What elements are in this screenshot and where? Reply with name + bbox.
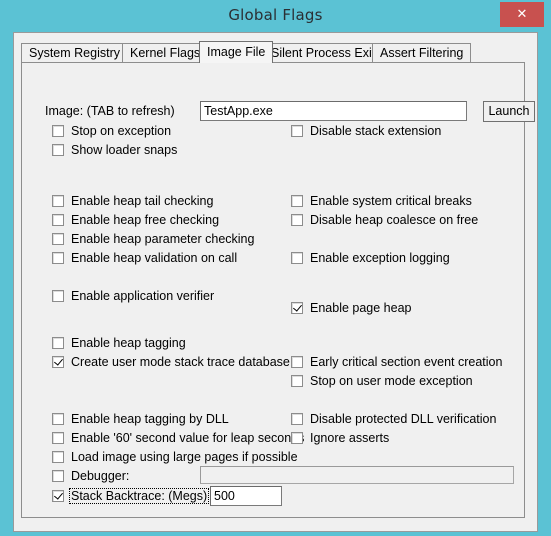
checkbox-label: Enable heap parameter checking [71, 232, 255, 246]
checkbox-label: Debugger: [71, 469, 130, 483]
checkbox-label: Enable heap validation on call [71, 251, 238, 265]
checkbox-show-loader-snaps[interactable]: Show loader snaps [52, 142, 177, 158]
checkbox-enable-system-critical-breaks[interactable]: Enable system critical breaks [291, 193, 472, 209]
checkbox-stack-backtrace[interactable]: Stack Backtrace: (Megs) [52, 488, 210, 504]
checkbox-label: Ignore asserts [310, 431, 390, 445]
checkbox-indicator[interactable] [52, 125, 64, 137]
checkbox-stop-on-exception[interactable]: Stop on exception [52, 123, 171, 139]
checkbox-indicator[interactable] [291, 195, 303, 207]
checkbox-indicator[interactable] [52, 233, 64, 245]
checkbox-enable-heap-free-checking[interactable]: Enable heap free checking [52, 212, 219, 228]
checkbox-label: Enable heap tagging by DLL [71, 412, 229, 426]
checkbox-label: Show loader snaps [71, 143, 178, 157]
checkbox-indicator[interactable] [52, 252, 64, 264]
stack-backtrace-input[interactable] [210, 486, 282, 506]
checkbox-indicator[interactable] [291, 214, 303, 226]
checkbox-create-user-mode-stack-trace-database[interactable]: Create user mode stack trace database [52, 354, 290, 370]
checkbox-indicator[interactable] [52, 195, 64, 207]
checkbox-indicator[interactable] [52, 356, 64, 368]
checkbox-indicator[interactable] [291, 302, 303, 314]
tab-kernel-flags[interactable]: Kernel Flags [122, 43, 209, 62]
checkbox-debugger[interactable]: Debugger: [52, 468, 129, 484]
checkbox-disable-heap-coalesce-on-free[interactable]: Disable heap coalesce on free [291, 212, 478, 228]
checkbox-label: Enable application verifier [71, 289, 215, 303]
client-area: System Registry Kernel Flags Image File … [13, 32, 538, 532]
tab-system-registry[interactable]: System Registry [21, 43, 128, 62]
checkbox-indicator[interactable] [291, 356, 303, 368]
checkbox-enable-heap-tail-checking[interactable]: Enable heap tail checking [52, 193, 213, 209]
checkbox-load-image-using-large-pages[interactable]: Load image using large pages if possible [52, 449, 298, 465]
checkbox-stop-on-user-mode-exception[interactable]: Stop on user mode exception [291, 373, 473, 389]
checkbox-label: Disable protected DLL verification [310, 412, 497, 426]
checkbox-indicator[interactable] [52, 432, 64, 444]
checkbox-indicator[interactable] [291, 413, 303, 425]
checkbox-indicator[interactable] [52, 451, 64, 463]
checkbox-indicator[interactable] [52, 214, 64, 226]
checkbox-enable-heap-validation-on-call[interactable]: Enable heap validation on call [52, 250, 237, 266]
checkbox-label: Stop on user mode exception [310, 374, 473, 388]
checkbox-label: Enable '60' second value for leap second… [71, 431, 305, 445]
checkbox-enable-heap-tagging[interactable]: Enable heap tagging [52, 335, 186, 351]
checkbox-indicator[interactable] [52, 290, 64, 302]
checkbox-indicator[interactable] [52, 490, 64, 502]
tab-assert-filtering[interactable]: Assert Filtering [372, 43, 472, 62]
tab-image-file[interactable]: Image File [199, 41, 274, 63]
checkbox-indicator[interactable] [52, 413, 64, 425]
checkbox-label: Enable heap tail checking [71, 194, 214, 208]
checkbox-label: Disable heap coalesce on free [310, 213, 479, 227]
checkbox-indicator[interactable] [291, 375, 303, 387]
tab-page-image-file: Image: (TAB to refresh) Launch Stop on e… [21, 62, 535, 518]
checkbox-label: Enable heap free checking [71, 213, 220, 227]
checkbox-indicator[interactable] [291, 252, 303, 264]
close-button[interactable]: ✕ [500, 2, 544, 27]
checkbox-early-critical-section-event-creation[interactable]: Early critical section event creation [291, 354, 502, 370]
checkbox-enable-60-second-value-for-leap-seconds[interactable]: Enable '60' second value for leap second… [52, 430, 304, 446]
checkbox-label: Early critical section event creation [310, 355, 503, 369]
launch-button[interactable]: Launch [483, 101, 535, 122]
image-label: Image: (TAB to refresh) [45, 104, 175, 118]
debugger-input[interactable] [200, 466, 514, 484]
checkbox-label: Enable exception logging [310, 251, 450, 265]
checkbox-indicator[interactable] [52, 470, 64, 482]
image-input[interactable] [200, 101, 467, 121]
window-title: Global Flags [228, 6, 323, 24]
checkbox-enable-exception-logging[interactable]: Enable exception logging [291, 250, 450, 266]
checkbox-indicator[interactable] [291, 125, 303, 137]
tab-silent-process-exit[interactable]: Silent Process Exit [263, 43, 384, 62]
checkbox-label: Stop on exception [71, 124, 172, 138]
checkbox-label: Disable stack extension [310, 124, 442, 138]
checkbox-label: Enable system critical breaks [310, 194, 472, 208]
checkbox-enable-heap-tagging-by-dll[interactable]: Enable heap tagging by DLL [52, 411, 229, 427]
checkbox-ignore-asserts[interactable]: Ignore asserts [291, 430, 389, 446]
title-bar: Global Flags ✕ [0, 0, 551, 34]
checkbox-enable-heap-parameter-checking[interactable]: Enable heap parameter checking [52, 231, 254, 247]
tab-strip: System Registry Kernel Flags Image File … [21, 41, 531, 64]
checkbox-label: Enable heap tagging [71, 336, 186, 350]
checkbox-enable-page-heap[interactable]: Enable page heap [291, 300, 411, 316]
checkbox-disable-protected-dll-verification[interactable]: Disable protected DLL verification [291, 411, 496, 427]
global-flags-window: Global Flags ✕ System Registry Kernel Fl… [0, 0, 551, 536]
checkbox-indicator[interactable] [291, 432, 303, 444]
checkbox-label: Load image using large pages if possible [71, 450, 298, 464]
checkbox-label: Stack Backtrace: (Megs) [68, 488, 210, 504]
checkbox-indicator[interactable] [52, 144, 64, 156]
checkbox-label: Enable page heap [310, 301, 412, 315]
checkbox-disable-stack-extension[interactable]: Disable stack extension [291, 123, 441, 139]
checkbox-label: Create user mode stack trace database [71, 355, 290, 369]
checkbox-enable-application-verifier[interactable]: Enable application verifier [52, 288, 214, 304]
checkbox-indicator[interactable] [52, 337, 64, 349]
